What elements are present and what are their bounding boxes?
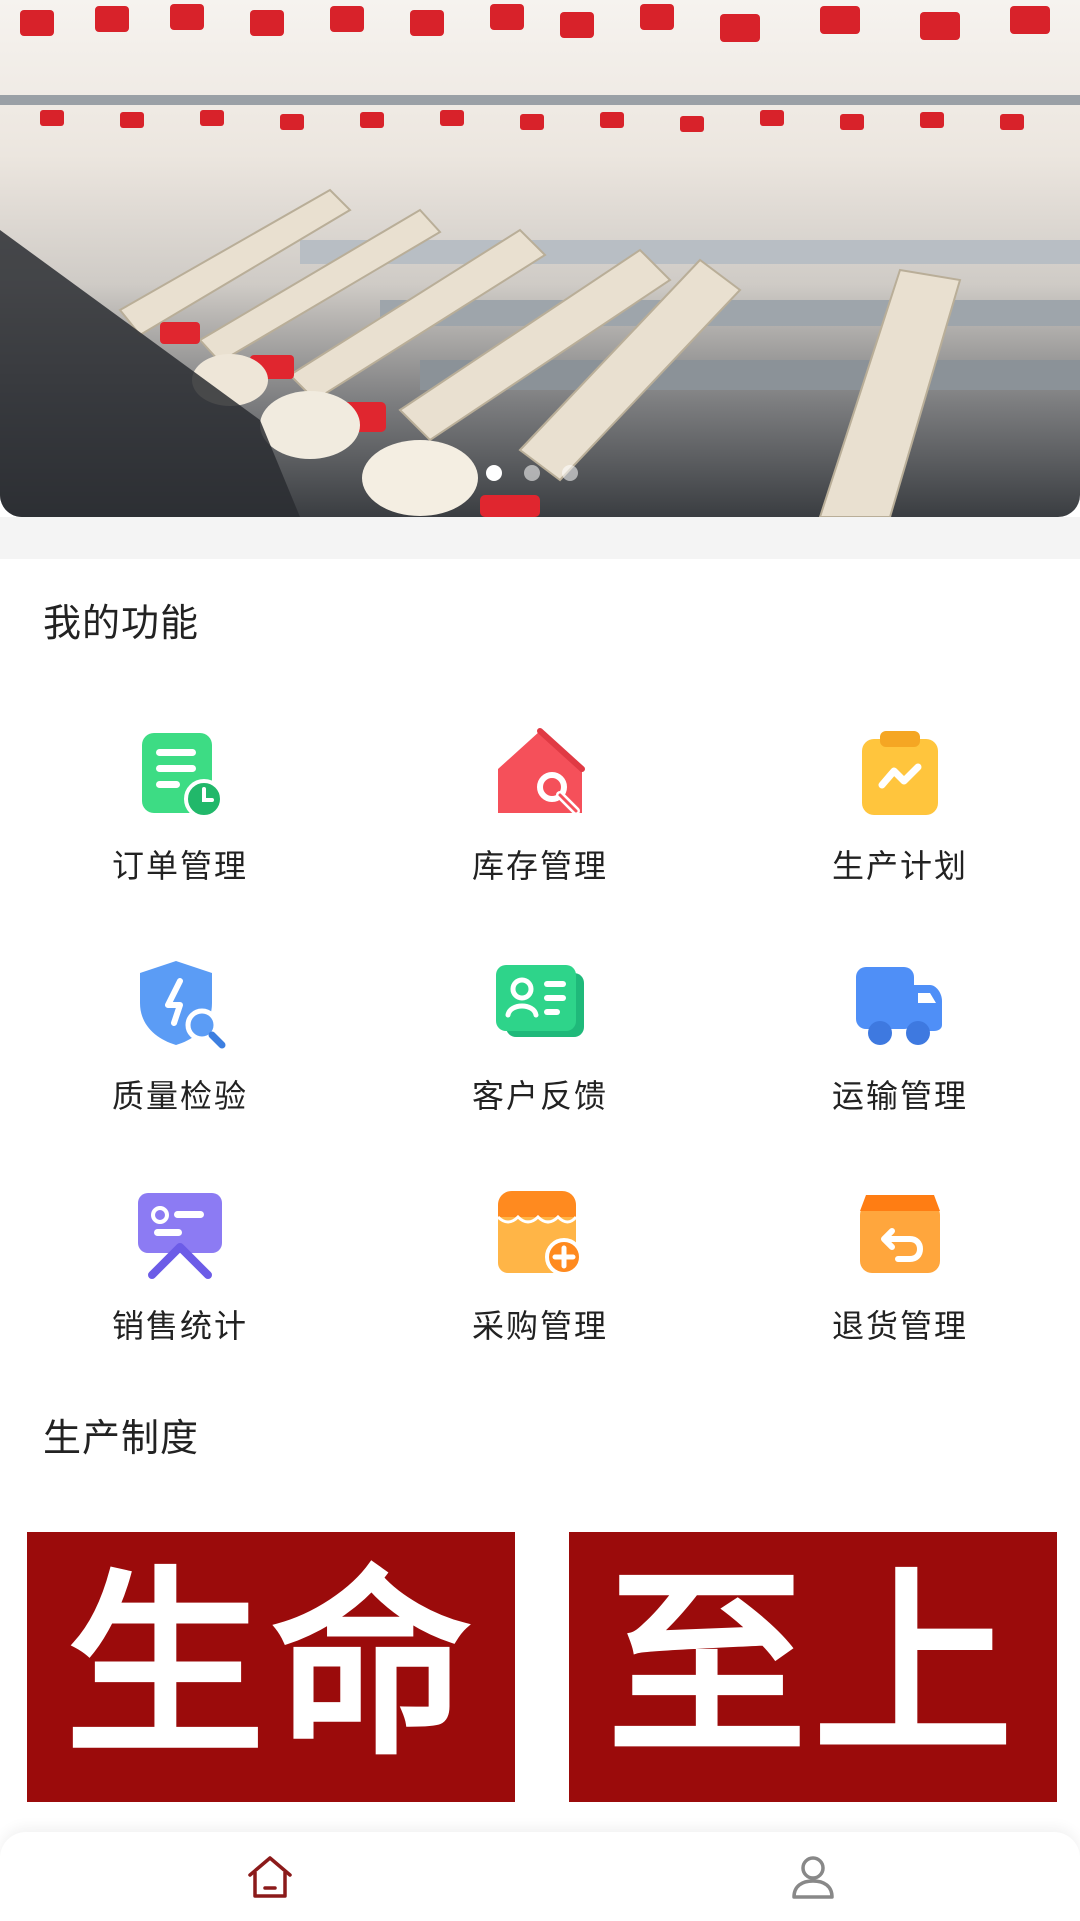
- function-customer-feedback[interactable]: 客户反馈: [360, 955, 720, 1185]
- function-order-management[interactable]: 订单管理: [0, 725, 360, 955]
- function-label: 生产计划: [831, 847, 968, 885]
- purchase-store-icon: [496, 1191, 583, 1276]
- inventory-house-icon: [498, 728, 585, 815]
- safety-poster[interactable]: 至上: [569, 1532, 1057, 1802]
- poster-text: 至上: [606, 1550, 1019, 1783]
- truck-icon: [856, 967, 942, 1045]
- plan-clipboard-icon: [862, 731, 938, 815]
- return-box-icon: [860, 1195, 940, 1273]
- function-purchase-management[interactable]: 采购管理: [360, 1185, 720, 1415]
- home-icon: [248, 1855, 292, 1898]
- function-production-plan[interactable]: 生产计划: [720, 725, 1080, 955]
- function-sales-statistics[interactable]: 销售统计: [0, 1185, 360, 1415]
- rules-section-title: 生产制度: [43, 1416, 200, 1460]
- bottom-navigation: [0, 1832, 1080, 1921]
- function-label: 退货管理: [831, 1307, 968, 1345]
- nav-profile-tab[interactable]: [753, 1832, 873, 1921]
- function-label: 质量检验: [111, 1077, 248, 1115]
- function-label: 库存管理: [471, 847, 608, 885]
- function-label: 销售统计: [111, 1307, 248, 1345]
- function-label: 订单管理: [111, 847, 248, 885]
- function-transport-management[interactable]: 运输管理: [720, 955, 1080, 1185]
- carousel-indicator: [486, 465, 578, 481]
- section-divider: [0, 517, 1080, 559]
- functions-section-title: 我的功能: [43, 601, 200, 645]
- poster-text: 生命: [64, 1550, 477, 1783]
- sales-board-icon: [138, 1193, 222, 1279]
- textile-machine-image: [0, 4, 1080, 517]
- carousel-dot[interactable]: [562, 465, 578, 481]
- carousel-dot[interactable]: [486, 465, 502, 481]
- nav-home-tab[interactable]: [210, 1832, 330, 1921]
- user-icon: [792, 1855, 834, 1899]
- order-doc-icon: [142, 733, 224, 819]
- carousel-dot[interactable]: [524, 465, 540, 481]
- function-return-management[interactable]: 退货管理: [720, 1185, 1080, 1415]
- function-inventory-management[interactable]: 库存管理: [360, 725, 720, 955]
- function-quality-inspection[interactable]: 质量检验: [0, 955, 360, 1185]
- safety-poster[interactable]: 生命: [27, 1532, 515, 1802]
- quality-shield-icon: [140, 961, 226, 1049]
- banner-carousel[interactable]: [0, 0, 1080, 517]
- function-label: 采购管理: [471, 1307, 608, 1345]
- function-label: 客户反馈: [471, 1077, 608, 1115]
- function-label: 运输管理: [831, 1077, 968, 1115]
- customer-card-icon: [496, 965, 584, 1037]
